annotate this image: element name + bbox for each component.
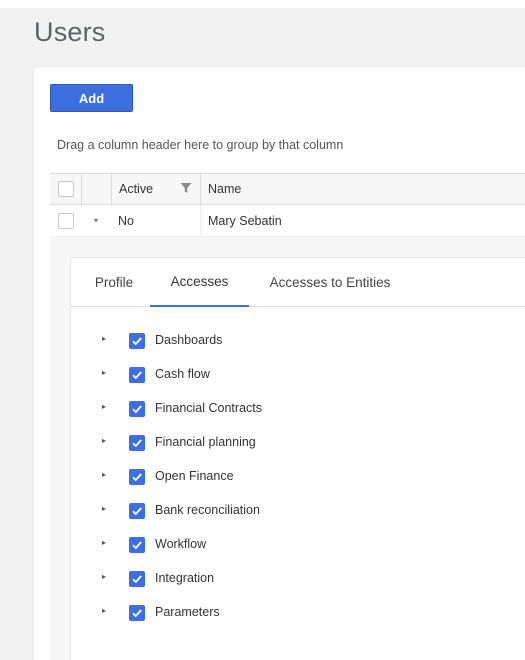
row-expand-cell[interactable]: ▾ bbox=[81, 205, 111, 236]
checkbox-checked[interactable] bbox=[129, 605, 145, 621]
page-title: Users bbox=[34, 17, 106, 47]
row-name-value: Mary Sebatin bbox=[208, 213, 282, 228]
caret-right-icon[interactable]: ▸ bbox=[102, 538, 106, 547]
caret-right-icon[interactable]: ▸ bbox=[102, 368, 106, 377]
checkbox-checked[interactable] bbox=[129, 333, 145, 349]
group-panel-hint: Drag a column header here to group by th… bbox=[57, 138, 344, 152]
tree-item-integration[interactable]: ▸ Integration bbox=[71, 562, 525, 596]
users-card: Add Drag a column header here to group b… bbox=[33, 66, 525, 660]
checkbox-checked[interactable] bbox=[129, 367, 145, 383]
column-header-name-label: Name bbox=[208, 182, 242, 196]
table-row[interactable]: ▾ No Mary Sebatin bbox=[50, 205, 525, 237]
tree-item-label: Workflow bbox=[155, 537, 207, 551]
checkbox-checked[interactable] bbox=[129, 537, 145, 553]
caret-right-icon[interactable]: ▸ bbox=[102, 504, 106, 513]
tab-accesses[interactable]: Accesses bbox=[150, 258, 249, 307]
grid-header: Active Name bbox=[50, 173, 525, 205]
caret-right-icon[interactable]: ▸ bbox=[102, 436, 106, 445]
checkbox-checked[interactable] bbox=[129, 571, 145, 587]
expand-column-header bbox=[81, 174, 111, 204]
tree-item-label: Financial planning bbox=[155, 435, 256, 449]
column-header-active[interactable]: Active bbox=[111, 174, 200, 204]
checkbox-checked[interactable] bbox=[129, 435, 145, 451]
tree-item-cash-flow[interactable]: ▸ Cash flow bbox=[71, 358, 525, 392]
tree-item-label: Dashboards bbox=[155, 333, 223, 347]
tab-accesses-to-entities[interactable]: Accesses to Entities bbox=[255, 258, 405, 307]
detail-tabs: Profile Accesses Accesses to Entities bbox=[71, 258, 525, 307]
caret-right-icon[interactable]: ▸ bbox=[102, 606, 106, 615]
row-select-cell bbox=[50, 205, 81, 236]
tree-item-label: Cash flow bbox=[155, 367, 210, 381]
row-name-cell: Mary Sebatin bbox=[200, 205, 525, 236]
tree-item-dashboards[interactable]: ▸ Dashboards bbox=[71, 324, 525, 358]
tab-profile[interactable]: Profile bbox=[79, 258, 149, 307]
checkbox-checked[interactable] bbox=[129, 503, 145, 519]
row-active-value: No bbox=[118, 213, 134, 228]
caret-right-icon[interactable]: ▸ bbox=[102, 334, 106, 343]
select-all-cell bbox=[50, 174, 81, 204]
select-all-checkbox[interactable] bbox=[57, 181, 74, 197]
tree-item-workflow[interactable]: ▸ Workflow bbox=[71, 528, 525, 562]
checkbox-checked[interactable] bbox=[129, 469, 145, 485]
column-header-name[interactable]: Name bbox=[200, 174, 525, 204]
chevron-down-icon[interactable]: ▾ bbox=[94, 216, 98, 225]
add-button[interactable]: Add bbox=[50, 84, 133, 112]
tree-item-financial-planning[interactable]: ▸ Financial planning bbox=[71, 426, 525, 460]
tree-item-open-finance[interactable]: ▸ Open Finance bbox=[71, 460, 525, 494]
caret-right-icon[interactable]: ▸ bbox=[102, 572, 106, 581]
row-active-cell: No bbox=[111, 205, 200, 236]
caret-right-icon[interactable]: ▸ bbox=[102, 470, 106, 479]
checkbox-checked[interactable] bbox=[129, 401, 145, 417]
tree-item-label: Bank reconciliation bbox=[155, 503, 260, 517]
filter-icon[interactable] bbox=[180, 182, 192, 194]
tree-item-parameters[interactable]: ▸ Parameters bbox=[71, 596, 525, 630]
column-header-active-label: Active bbox=[119, 182, 154, 196]
tree-item-label: Integration bbox=[155, 571, 215, 585]
row-detail-area: Profile Accesses Accesses to Entities ▸ … bbox=[50, 237, 525, 660]
caret-right-icon[interactable]: ▸ bbox=[102, 402, 106, 411]
detail-panel: Profile Accesses Accesses to Entities ▸ … bbox=[70, 257, 525, 660]
tree-item-label: Parameters bbox=[155, 605, 220, 619]
tree-item-bank-reconciliation[interactable]: ▸ Bank reconciliation bbox=[71, 494, 525, 528]
tree-item-financial-contracts[interactable]: ▸ Financial Contracts bbox=[71, 392, 525, 426]
top-bar-strip bbox=[0, 0, 525, 8]
tree-item-label: Open Finance bbox=[155, 469, 234, 483]
row-checkbox[interactable] bbox=[57, 212, 74, 229]
tree-item-label: Financial Contracts bbox=[155, 401, 262, 415]
